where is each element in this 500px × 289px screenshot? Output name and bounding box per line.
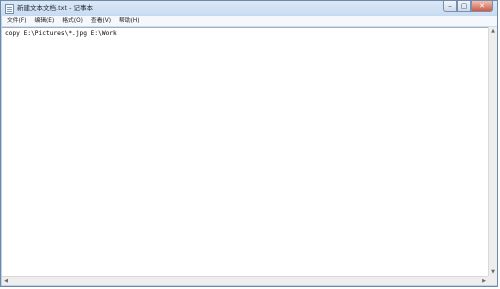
title-bar[interactable]: 新建文本文档.txt - 记事本 – ▢ ✕ [1, 1, 497, 17]
text-editor-area[interactable]: copy E:\Pictures\*.jpg E:\Work [2, 27, 488, 276]
minimize-button[interactable]: – [443, 1, 457, 12]
scroll-right-arrow-icon[interactable]: ▶ [480, 277, 488, 285]
menu-help[interactable]: 帮助(H) [116, 16, 142, 26]
horizontal-scrollbar[interactable]: ◀ ▶ [2, 276, 488, 285]
resize-grip[interactable] [488, 276, 497, 285]
scroll-down-arrow-icon[interactable]: ▼ [489, 268, 497, 276]
window-title: 新建文本文档.txt - 记事本 [17, 4, 93, 12]
caption-buttons: – ▢ ✕ [443, 1, 493, 13]
notepad-icon[interactable] [5, 4, 14, 14]
menu-bar: 文件(F) 编辑(E) 格式(O) 查看(V) 帮助(H) [2, 16, 497, 27]
menu-view[interactable]: 查看(V) [88, 16, 114, 26]
notepad-window: 新建文本文档.txt - 记事本 – ▢ ✕ 文件(F) 编辑(E) 格式(O)… [0, 0, 498, 287]
scroll-up-arrow-icon[interactable]: ▲ [489, 27, 497, 35]
scroll-left-arrow-icon[interactable]: ◀ [2, 277, 10, 285]
menu-file[interactable]: 文件(F) [4, 16, 29, 26]
menu-edit[interactable]: 编辑(E) [31, 16, 57, 26]
editor-content[interactable]: copy E:\Pictures\*.jpg E:\Work [5, 29, 117, 38]
close-button[interactable]: ✕ [471, 1, 493, 12]
vertical-scrollbar[interactable]: ▲ ▼ [488, 27, 497, 276]
maximize-button[interactable]: ▢ [457, 1, 471, 12]
menu-format[interactable]: 格式(O) [59, 16, 86, 26]
